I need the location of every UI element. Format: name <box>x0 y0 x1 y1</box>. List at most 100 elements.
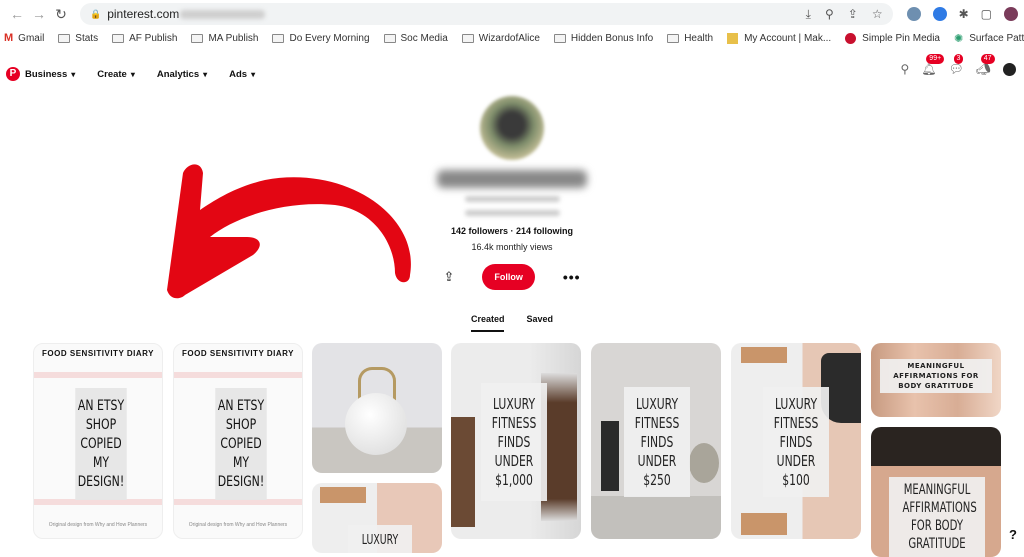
messages-icon[interactable]: 💬︎ 3 <box>949 54 964 76</box>
overlay-line: FITNESS <box>773 413 819 432</box>
user-avatar[interactable] <box>1003 62 1016 76</box>
overlay-line: FINDS <box>497 432 531 451</box>
chevron-down-icon: ▾ <box>251 69 256 79</box>
pin-overlay-text: LUXURY FITNESS FINDS UNDER $100 <box>763 387 829 497</box>
back-icon[interactable]: ← <box>6 6 28 22</box>
bookmark-my-account[interactable]: My Account | Mak... <box>727 32 831 44</box>
bookmark-gmail[interactable]: M Gmail <box>4 32 44 44</box>
follow-button[interactable]: Follow <box>482 264 535 290</box>
pin-card[interactable]: MEANINGFUL AFFIRMATIONS FOR BODY GRATITU… <box>871 427 1001 557</box>
pin-overlay-text: AN ETSY SHOP COPIED MY DESIGN! <box>75 388 127 500</box>
chevron-down-icon: ▾ <box>71 69 76 79</box>
url-text: pinterest.com <box>107 7 180 21</box>
bookmark-soc-media[interactable]: Soc Media <box>383 33 448 44</box>
bookmark-health[interactable]: Health <box>667 33 713 44</box>
tab-created[interactable]: Created <box>470 314 505 332</box>
pin-card-water-bottle[interactable]: LUXURY <box>312 483 442 553</box>
overlay-line: SHOP <box>225 416 257 433</box>
follower-stats[interactable]: 142 followers · 214 following <box>0 226 1024 236</box>
bookmark-hidden-bonus-info[interactable]: Hidden Bonus Info <box>553 33 653 44</box>
bookmark-stats[interactable]: Stats <box>58 33 98 44</box>
folder-icon <box>553 33 566 43</box>
folder-icon <box>112 33 125 43</box>
menu-business[interactable]: Business ▾ <box>25 69 75 80</box>
bookmark-simple-pin-media[interactable]: Simple Pin Media <box>845 32 940 44</box>
notification-badge: 99+ <box>926 54 945 64</box>
help-button[interactable]: ? <box>1002 527 1024 545</box>
pin-card[interactable]: LUXURY FITNESS FINDS UNDER $250 <box>591 343 721 539</box>
overlay-line: LUXURY <box>492 394 536 413</box>
puzzle-icon[interactable]: ✱ <box>959 7 969 21</box>
pin-card[interactable]: FOOD SENSITIVITY DIARY AN ETSY SHOP COPI… <box>173 343 303 539</box>
pin-overlay-text: LUXURY <box>348 525 412 553</box>
bookmark-af-publish[interactable]: AF Publish <box>112 33 177 44</box>
bottle-base <box>741 513 787 535</box>
profile-avatar <box>480 96 544 160</box>
overlay-line: FITNESS <box>491 413 537 432</box>
pin-card-kettlebell[interactable] <box>312 343 442 473</box>
overlay-line: FINDS <box>779 432 813 451</box>
extension-icon[interactable] <box>932 7 947 21</box>
overlay-line: DESIGN! <box>217 473 265 490</box>
share-page-icon[interactable]: ⇪ <box>848 7 858 22</box>
site-icon <box>727 32 739 44</box>
overlay-line: AFFIRMATIONS <box>902 500 977 516</box>
overlay-line: LUXURY <box>635 394 679 413</box>
browser-toolbar: ← → ↻ 🔒 pinterest.com ⤓ ⚲ ⇪ ☆ ✱ ▢ <box>0 0 1024 28</box>
product-image <box>601 421 619 491</box>
overlay-line: UNDER <box>776 451 816 470</box>
pin-card[interactable]: LUXURY FITNESS FINDS UNDER $100 <box>731 343 861 539</box>
zoom-icon[interactable]: ⚲ <box>825 7 834 22</box>
notifications-bell-icon[interactable]: 🔔︎ 99+ <box>921 54 945 76</box>
overlay-line: $1,000 <box>495 470 533 489</box>
gmail-icon: M <box>4 32 14 44</box>
tab-saved[interactable]: Saved <box>526 314 553 332</box>
bookmark-wizardofalice[interactable]: WizardofAlice <box>461 33 540 44</box>
overlay-line: UNDER <box>494 451 534 470</box>
bookmark-surface-pattern[interactable]: ✺Surface Pattern B... <box>954 32 1024 45</box>
updates-badge: 47 <box>980 54 995 64</box>
bookmark-do-every-morning[interactable]: Do Every Morning <box>272 33 370 44</box>
profile-avatar-icon[interactable] <box>1004 7 1018 21</box>
product-image <box>451 417 475 527</box>
pinterest-logo-icon[interactable]: P <box>6 67 20 81</box>
overlay-line: LUXURY <box>774 394 818 413</box>
menu-analytics[interactable]: Analytics ▾ <box>157 69 207 80</box>
install-icon[interactable]: ⤓ <box>806 7 811 22</box>
overlay-line: FINDS <box>640 432 674 451</box>
address-bar[interactable]: 🔒 pinterest.com ⤓ ⚲ ⇪ ☆ <box>80 3 893 25</box>
updates-icon[interactable]: 📣︎ 47 <box>976 54 995 76</box>
folder-icon <box>191 33 204 43</box>
pin-card[interactable]: FOOD SENSITIVITY DIARY AN ETSY SHOP COPI… <box>33 343 163 539</box>
overlay-line: FITNESS <box>634 413 680 432</box>
search-icon[interactable]: ⚲ <box>901 62 910 76</box>
overlay-line: MEANINGFUL <box>907 362 965 370</box>
overlay-line: UNDER <box>637 451 677 470</box>
forward-icon[interactable]: → <box>28 6 50 22</box>
profile-section: 142 followers · 214 following 16.4k mont… <box>0 96 1024 332</box>
menu-ads[interactable]: Ads ▾ <box>229 69 255 80</box>
side-panel-icon[interactable]: ▢ <box>981 7 992 21</box>
overlay-line: LUXURY <box>361 532 399 548</box>
pin-card[interactable]: LUXURY FITNESS FINDS UNDER $1,000 <box>451 343 581 539</box>
extension-icon[interactable] <box>906 7 921 21</box>
overlay-line: $250 <box>643 470 671 489</box>
overlay-line: GRATITUDE <box>908 536 966 552</box>
overlay-line: COPIED <box>220 435 262 452</box>
share-icon[interactable]: ⇪ <box>443 269 454 285</box>
overlay-line: AN ETSY <box>77 397 125 414</box>
decorative-stripe <box>34 372 162 378</box>
bottle-cap <box>320 487 366 503</box>
chevron-down-icon: ▾ <box>130 69 135 79</box>
pin-card[interactable]: MEANINGFUL AFFIRMATIONS FOR BODY GRATITU… <box>871 343 1001 417</box>
folder-icon <box>667 33 680 43</box>
pin-overlay-text: LUXURY FITNESS FINDS UNDER $250 <box>624 387 690 497</box>
chevron-down-icon: ▾ <box>203 69 208 79</box>
reload-icon[interactable]: ↻ <box>50 6 72 23</box>
menu-create[interactable]: Create ▾ <box>97 69 135 80</box>
overlay-line: MY <box>92 454 110 471</box>
folder-icon <box>58 33 71 43</box>
more-options-icon[interactable]: ••• <box>563 269 581 285</box>
bookmark-star-icon[interactable]: ☆ <box>872 7 883 22</box>
bookmark-ma-publish[interactable]: MA Publish <box>191 33 258 44</box>
